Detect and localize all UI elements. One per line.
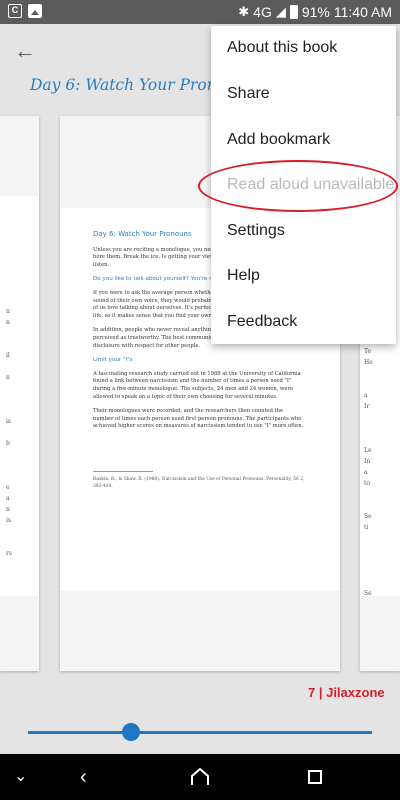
footnote-divider [93,470,153,472]
page-text-fragment [6,394,12,405]
menu-item-feedback[interactable]: Feedback [227,313,297,331]
chapter-title: Day 6: Watch Your Pronou [30,76,237,94]
page-footer-band [0,596,39,671]
page-text-fragment: Le [364,447,372,454]
page-text-fragment [6,460,12,471]
back-icon[interactable]: ‹ [80,766,87,789]
page-text-fragment: Te [364,348,372,355]
page-text-fragment: a [6,495,10,502]
page-text-fragment [6,537,12,548]
page-text-fragment: b [6,440,10,447]
navigation-bar: ⌄ ‹ [0,754,400,800]
page-text-fragment [6,449,12,460]
status-bar: C ✱ 4G ◢ 91% 11:40 AM [0,0,400,24]
bluetooth-icon: ✱ [238,4,250,19]
page-text-fragment [364,368,373,379]
menu-item-about-this-book[interactable]: About this book [227,39,337,57]
page-text-fragment [6,427,12,438]
page-text-fragment [364,434,373,445]
page-text-fragment [364,412,373,423]
page-text-fragment: He [364,359,373,366]
page-text-fragment [6,471,12,482]
home-icon[interactable] [190,768,210,786]
page-text-fragment: is [6,517,11,524]
page-text-fragment: ti [364,524,369,531]
page-footer-band [60,591,340,671]
notification-icons: C [8,4,42,18]
page-text-fragment: Ir [364,403,370,410]
page-text-fragment: e [6,484,10,491]
highlight-annotation [198,160,398,212]
image-icon [28,4,42,18]
paragraph: Their monologues were recorded, and the … [93,408,304,430]
page-text-fragment: rs [6,550,12,557]
page-text-fragment [6,405,12,416]
page-text-fragment [364,500,373,511]
page-text-fragment: a [364,392,368,399]
back-arrow-icon[interactable]: ← [14,38,36,64]
network-label: 4G [253,4,272,20]
recent-apps-icon[interactable] [308,770,322,784]
page-text-fragment [6,328,12,339]
page-text-fragment [364,555,373,566]
page-text-fragment [364,544,373,555]
page-text-fragment [6,361,12,372]
page-text-fragment [364,489,373,500]
watermark: 7 | Jilaxzone [308,685,385,700]
menu-item-add-bookmark[interactable]: Add bookmark [227,131,330,149]
signal-icon: ◢ [275,4,286,19]
menu-item-share[interactable]: Share [227,85,270,103]
footnote: Raskin, R., & Shaw, R. (1988). Narcissis… [93,476,305,490]
page-text-fragment [364,566,373,577]
previous-page-text: nn il n is b e a n is rs [6,306,12,559]
menu-item-settings[interactable]: Settings [227,222,285,240]
page-text-fragment [6,339,12,350]
previous-page[interactable]: nn il n is b e a n is rs [0,116,39,671]
page-header-band [0,116,39,196]
page-text-fragment: n [6,374,10,381]
page-text-fragment: Se [364,513,372,520]
page-text-fragment: n [6,506,10,513]
system-indicators: ✱ 4G ◢ 91% 11:40 AM [238,4,392,20]
page-text-fragment: n [6,319,10,326]
notification-c-icon: C [8,4,22,18]
menu-item-help[interactable]: Help [227,267,260,285]
page-text-fragment: In [364,458,371,465]
page-text-fragment: a [364,469,368,476]
page-text-fragment: n [6,308,10,315]
page-text-fragment [6,383,12,394]
page-text-fragment: il [6,352,10,359]
battery-icon [289,5,298,19]
subheading: Limit your "I"s [93,357,133,364]
page-text-fragment: to [364,480,371,487]
next-page-text: Te He a Ir Le In a to Se ti Se [364,346,373,599]
clock: 11:40 AM [333,4,392,20]
page-text-fragment [364,379,373,390]
page-footer-band [360,596,400,671]
page-text-fragment: is [6,418,11,425]
battery-percent: 91% [301,4,330,20]
paragraph: A fascinating research study carried out… [93,370,301,400]
page-text-fragment [364,533,373,544]
chevron-down-icon[interactable]: ⌄ [14,766,27,786]
page-text-fragment [364,577,373,588]
page-text-fragment [364,423,373,434]
page-slider-track[interactable] [28,731,372,734]
page-text-fragment [6,526,12,537]
